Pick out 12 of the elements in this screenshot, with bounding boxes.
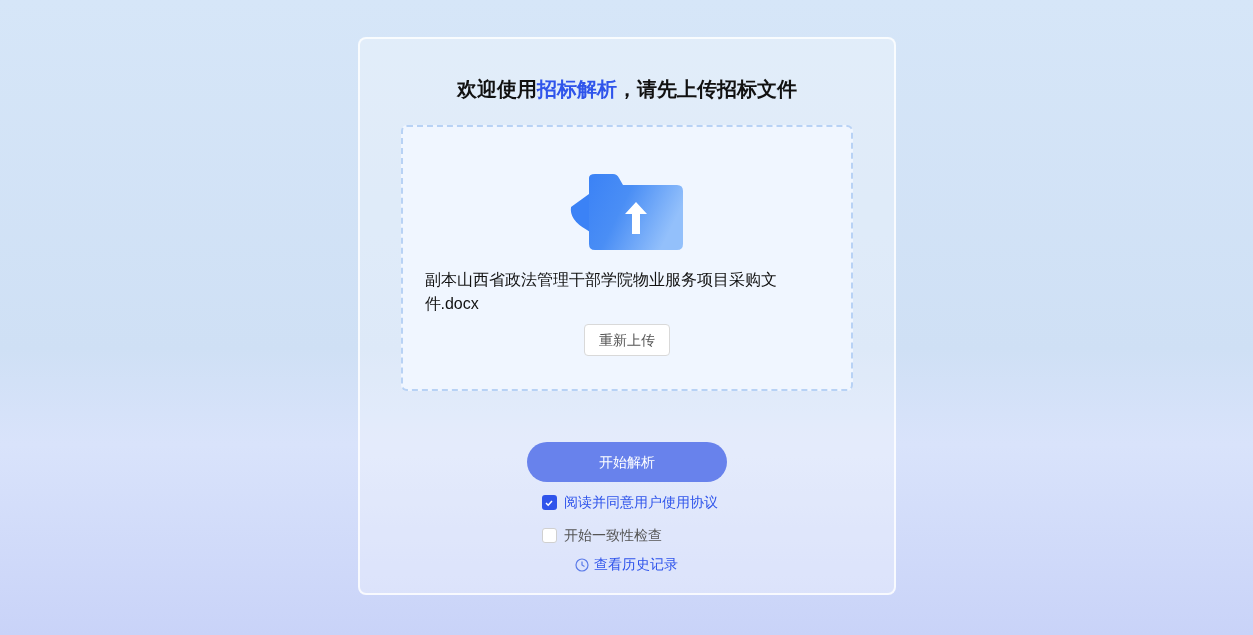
history-link[interactable]: 查看历史记录	[594, 554, 678, 575]
start-button[interactable]: 开始解析	[526, 442, 727, 482]
upload-dropzone[interactable]: 副本山西省政法管理干部学院物业服务项目采购文件.docx 重新上传	[400, 125, 853, 391]
checkbox[interactable]	[541, 528, 557, 543]
reupload-button[interactable]: 重新上传	[583, 324, 670, 356]
checkbox-label[interactable]: 阅读并同意用户使用协议	[563, 492, 718, 513]
page-title: 欢迎使用招标解析，请先上传招标文件	[456, 77, 797, 102]
upload-folder-icon	[568, 172, 685, 252]
clock-icon	[575, 557, 589, 572]
checkbox-label[interactable]: 开始一致性检查	[563, 525, 662, 546]
file-name: 副本山西省政法管理干部学院物业服务项目采购文件.docx	[424, 270, 778, 314]
checkbox[interactable]	[541, 495, 557, 510]
